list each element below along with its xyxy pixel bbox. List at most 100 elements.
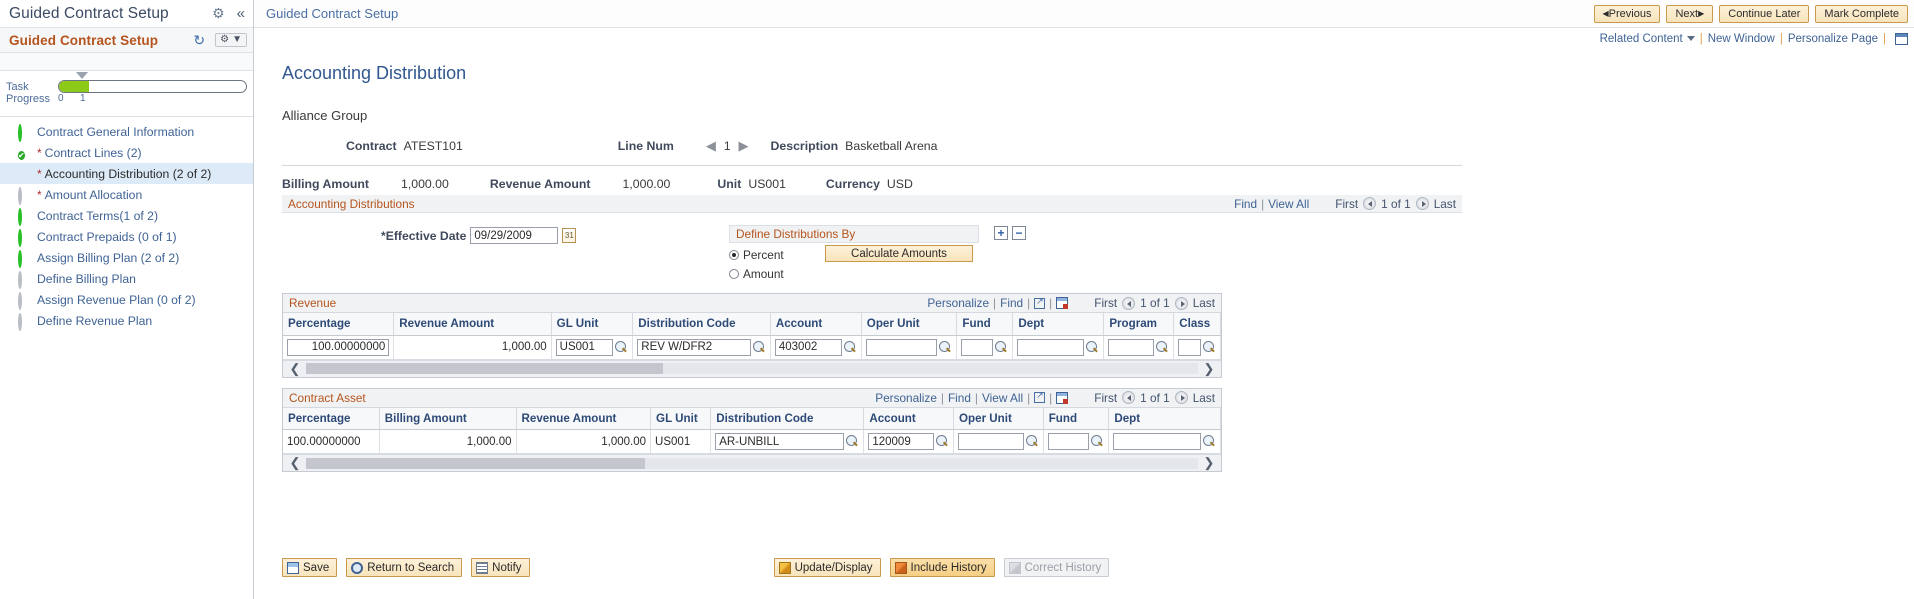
scroll-left-icon[interactable]: ❮ (287, 455, 303, 471)
effective-date-input[interactable] (470, 227, 559, 244)
column-header-account[interactable]: Account (770, 313, 862, 336)
related-content-link[interactable]: Related Content (1600, 33, 1683, 45)
percent-radio[interactable] (729, 250, 739, 260)
find-link[interactable]: Find (1234, 197, 1257, 211)
sidebar-item-define-billing-plan[interactable]: Define Billing Plan (0, 268, 253, 289)
scroll-thumb[interactable] (306, 457, 645, 469)
percentage-input[interactable] (287, 338, 390, 356)
first-label[interactable]: First (1094, 391, 1117, 405)
scroll-track[interactable] (306, 457, 1198, 469)
first-label[interactable]: First (1335, 197, 1358, 211)
column-header-revenue-amount[interactable]: Revenue Amount (393, 313, 552, 336)
lookup-search-icon[interactable] (615, 340, 628, 354)
sidebar-item-accounting-distribution-2-of-2[interactable]: * Accounting Distribution (2 of 2) (0, 163, 253, 184)
lookup-search-icon[interactable] (846, 435, 859, 448)
lookup-search-icon[interactable] (1203, 435, 1216, 448)
lookup-search-icon[interactable] (752, 340, 766, 354)
continue-later-button[interactable]: Continue Later (1719, 4, 1810, 23)
account-input[interactable] (868, 433, 935, 450)
lookup-search-icon[interactable] (1025, 435, 1039, 448)
personalize-page-link[interactable]: Personalize Page (1788, 33, 1878, 45)
lookup-search-icon[interactable] (1086, 340, 1099, 354)
chevron-double-left-icon[interactable]: « (237, 5, 245, 22)
calculate-amounts-button[interactable]: Calculate Amounts (825, 245, 973, 262)
page-next-icon[interactable] (1174, 296, 1188, 310)
column-header-program[interactable]: Program (1103, 313, 1175, 336)
page-next-icon[interactable] (1174, 391, 1188, 404)
gl-unit-input[interactable] (555, 338, 614, 356)
sidebar-item-assign-revenue-plan-0-of-2[interactable]: Assign Revenue Plan (0 of 2) (0, 289, 253, 310)
contract-asset-horizontal-scrollbar[interactable]: ❮ ❯ (283, 454, 1221, 471)
scroll-right-icon[interactable]: ❯ (1201, 361, 1217, 377)
sidebar-item-amount-allocation[interactable]: * Amount Allocation (0, 184, 253, 205)
mark-complete-button[interactable]: Mark Complete (1815, 4, 1908, 23)
column-header-gl-unit[interactable]: GL Unit (650, 407, 712, 430)
sidebar-item-define-revenue-plan[interactable]: Define Revenue Plan (0, 310, 253, 331)
delete-row-button[interactable]: − (1012, 226, 1026, 240)
find-link[interactable]: Find (948, 391, 971, 405)
previous-button[interactable]: ◀ Previous (1593, 4, 1661, 23)
lookup-search-icon[interactable] (939, 340, 952, 354)
popout-icon[interactable] (1034, 390, 1046, 403)
export-to-excel-icon[interactable] (1056, 391, 1069, 404)
last-label[interactable]: Last (1434, 197, 1456, 211)
fund-input[interactable] (961, 338, 994, 356)
next-button[interactable]: Next ▶ (1666, 4, 1714, 23)
sidebar-item-contract-terms-1-of-2[interactable]: Contract Terms(1 of 2) (0, 205, 253, 226)
column-header-fund[interactable]: Fund (956, 313, 1014, 336)
lookup-search-icon[interactable] (1091, 435, 1104, 448)
view-all-link[interactable]: View All (982, 391, 1023, 405)
distribution-code-input[interactable] (637, 338, 751, 356)
page-layout-icon[interactable] (1895, 32, 1908, 45)
column-header-distribution-code[interactable]: Distribution Code (632, 313, 771, 336)
column-header-percentage[interactable]: Percentage (283, 313, 395, 336)
lookup-search-icon[interactable] (1156, 340, 1169, 354)
column-header-gl-unit[interactable]: GL Unit (551, 313, 634, 336)
page-prev-icon[interactable] (1122, 296, 1136, 310)
distribution-code-input[interactable] (715, 433, 845, 450)
lookup-search-icon[interactable] (1203, 340, 1216, 354)
view-all-link[interactable]: View All (1268, 197, 1309, 211)
include-history-button[interactable]: Include History (889, 558, 995, 577)
refresh-icon[interactable]: ↻ (193, 33, 205, 47)
return-to-search-button[interactable]: Return to Search (346, 558, 463, 577)
page-next-icon[interactable] (1415, 197, 1429, 210)
class-input[interactable] (1178, 338, 1201, 356)
scroll-right-icon[interactable]: ❯ (1201, 455, 1217, 471)
lookup-search-icon[interactable] (936, 435, 949, 448)
personalize-link[interactable]: Personalize (875, 391, 937, 405)
column-header-oper-unit[interactable]: Oper Unit (861, 313, 958, 336)
gear-icon[interactable]: ⚙ (212, 5, 225, 22)
revenue-horizontal-scrollbar[interactable]: ❮ ❯ (283, 359, 1221, 377)
notify-button[interactable]: Notify (471, 558, 530, 577)
amount-radio-row[interactable]: Amount (729, 267, 979, 281)
page-prev-icon[interactable] (1122, 391, 1136, 404)
sidebar-item-assign-billing-plan-2-of-2[interactable]: Assign Billing Plan (2 of 2) (0, 247, 253, 268)
dept-input[interactable] (1113, 433, 1201, 450)
column-header-class[interactable]: Class (1173, 313, 1221, 336)
page-prev-icon[interactable] (1363, 197, 1377, 210)
column-header-oper-unit[interactable]: Oper Unit (953, 407, 1044, 430)
line-num-next-icon[interactable]: ▶ (739, 138, 749, 154)
export-to-excel-icon[interactable] (1056, 297, 1069, 309)
sidebar-item-contract-lines-2[interactable]: ✔ * Contract Lines (2) (0, 142, 253, 163)
scroll-track[interactable] (306, 363, 1198, 374)
oper-unit-input[interactable] (958, 433, 1024, 450)
add-row-button[interactable]: + (994, 226, 1008, 240)
column-header-fund[interactable]: Fund (1043, 407, 1110, 430)
column-header-dept[interactable]: Dept (1012, 313, 1105, 336)
column-header-distribution-code[interactable]: Distribution Code (710, 407, 865, 430)
sidebar-item-contract-general-information[interactable]: Contract General Information (0, 121, 253, 142)
fund-input[interactable] (1047, 433, 1090, 450)
last-label[interactable]: Last (1193, 296, 1215, 310)
first-label[interactable]: First (1094, 296, 1117, 310)
oper-unit-input[interactable] (865, 338, 938, 356)
column-header-revenue-amount[interactable]: Revenue Amount (516, 407, 652, 430)
popout-icon[interactable] (1034, 296, 1046, 309)
calendar-icon[interactable]: 31 (562, 228, 577, 243)
last-label[interactable]: Last (1193, 391, 1215, 405)
scroll-left-icon[interactable]: ❮ (287, 361, 303, 377)
personalize-link[interactable]: Personalize (927, 296, 989, 310)
dept-input[interactable] (1017, 338, 1085, 356)
lookup-search-icon[interactable] (995, 340, 1008, 354)
